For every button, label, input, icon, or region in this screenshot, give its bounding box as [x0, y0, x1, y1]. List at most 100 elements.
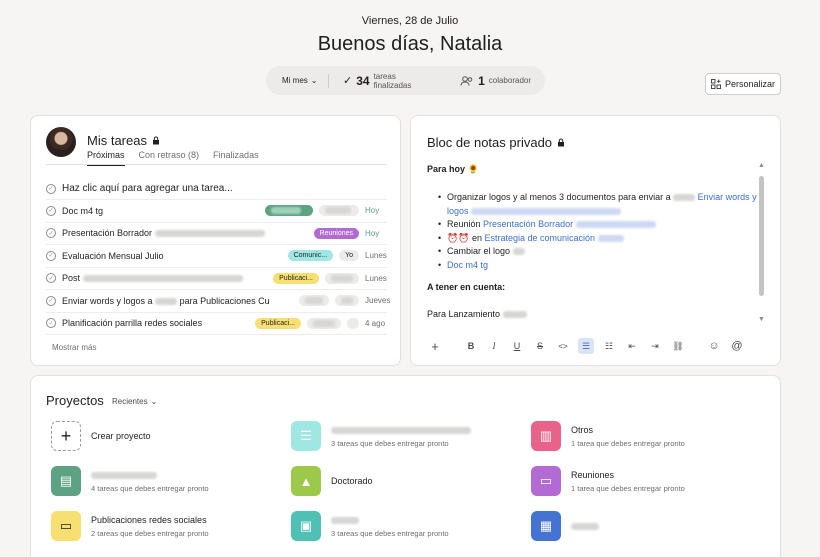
strikethrough-icon[interactable]: S: [532, 338, 548, 354]
note-link[interactable]: Enviar words y: [698, 192, 757, 202]
period-dropdown[interactable]: Mi mes ⌄: [266, 76, 328, 85]
add-task-row[interactable]: ✓ Haz clic aquí para agregar una tarea..…: [46, 178, 387, 200]
bullet-list-icon[interactable]: ☰: [578, 338, 594, 354]
project-tag[interactable]: [335, 295, 359, 307]
code-icon[interactable]: <>: [555, 338, 571, 354]
task-row[interactable]: ✓ Planificación parrilla redes sociales …: [46, 313, 387, 335]
tasks-title: Mis tareas: [87, 133, 160, 148]
note-link[interactable]: Presentación Borrador: [483, 219, 573, 229]
projects-filter-label: Recientes: [112, 397, 148, 406]
notes-editor[interactable]: Para hoy 🌻 Organizar logos y al menos 3 …: [427, 164, 757, 319]
check-circle-icon[interactable]: ✓: [46, 228, 56, 239]
project-item[interactable]: ▲ Doctorado: [291, 466, 373, 496]
my-tasks-widget: Mis tareas Próximas Con retraso (8) Fina…: [30, 115, 401, 366]
scroll-up-icon[interactable]: ▲: [758, 162, 765, 169]
italic-icon[interactable]: I: [486, 338, 502, 354]
note-text: Para Lanzamiento: [427, 309, 501, 319]
project-item[interactable]: ▤ 4 tareas que debes entregar pronto: [51, 466, 209, 496]
note-text: Cambiar el logo: [447, 246, 511, 256]
task-row[interactable]: ✓ Evaluación Mensual Julio Comunic... Yo…: [46, 245, 387, 268]
project-tag[interactable]: [307, 317, 341, 329]
project-due-summary: 1 tarea que debes entregar pronto: [571, 438, 685, 448]
task-name[interactable]: Planificación parrilla redes sociales: [62, 318, 249, 328]
emoji-icon[interactable]: ☺: [706, 338, 722, 354]
task-row[interactable]: ✓ Post Publicaci... Lunes: [46, 268, 387, 290]
avatar[interactable]: [46, 127, 76, 157]
browser-icon: ▣: [291, 511, 321, 541]
list-item: Reunión Presentación Borrador: [438, 218, 757, 232]
check-circle-icon[interactable]: ✓: [46, 273, 56, 284]
notes-toolbar: + B I U S <> ☰ ☷ ⇤ ⇥ ⛓ ☺ @: [427, 338, 745, 354]
project-tag[interactable]: [299, 295, 329, 307]
assignee-tag[interactable]: Yo: [339, 250, 359, 262]
due-date: Hoy: [365, 228, 380, 238]
link-icon[interactable]: ⛓: [670, 338, 686, 354]
projects-filter-dropdown[interactable]: Recientes ⌄: [112, 397, 157, 406]
check-circle-icon[interactable]: ✓: [46, 250, 56, 261]
project-item[interactable]: ▥ Otros 1 tarea que debes entregar pronto: [531, 421, 685, 451]
scrollbar-thumb[interactable]: [759, 176, 764, 296]
task-name[interactable]: Doc m4 tg: [62, 206, 259, 216]
note-link[interactable]: Estrategia de comunicación: [484, 233, 595, 243]
project-due-summary: 4 tareas que debes entregar pronto: [91, 483, 209, 493]
add-task-label: Haz clic aquí para agregar una tarea...: [62, 183, 233, 194]
task-row[interactable]: ✓ Doc m4 tg Hoy: [46, 200, 387, 223]
check-circle-icon[interactable]: ✓: [46, 318, 56, 329]
note-link[interactable]: logos: [447, 206, 469, 216]
note-link[interactable]: Doc m4 tg: [447, 260, 488, 270]
show-more-link[interactable]: Mostrar más: [52, 343, 96, 352]
scroll-down-icon[interactable]: ▼: [758, 316, 765, 323]
project-tag[interactable]: Comunic...: [287, 250, 334, 262]
numbered-list-icon[interactable]: ☷: [601, 338, 617, 354]
outdent-icon[interactable]: ⇤: [624, 338, 640, 354]
plus-icon: +: [51, 421, 81, 451]
task-name[interactable]: Enviar words y logos a para Publicacione…: [62, 296, 293, 306]
task-row[interactable]: ✓ Presentación Borrador Reuniones Hoy: [46, 223, 387, 245]
project-item[interactable]: ☰ 3 tareas que debes entregar pronto: [291, 421, 471, 451]
project-item[interactable]: ▦: [531, 511, 599, 541]
tasks-done-label: tareas finalizadas: [373, 71, 412, 90]
create-project-button[interactable]: + Crear proyecto: [51, 421, 151, 451]
notes-heading-today: Para hoy 🌻: [427, 164, 479, 174]
project-tag[interactable]: Reuniones: [313, 227, 359, 239]
greeting-title: Buenos días, Natalia: [317, 33, 503, 55]
project-name: [331, 515, 449, 525]
project-tag[interactable]: Publicaci...: [273, 272, 319, 284]
notes-list: Organizar logos y al menos 3 documentos …: [427, 191, 757, 272]
task-name[interactable]: Presentación Borrador: [62, 228, 308, 238]
task-name-text: Post: [62, 273, 81, 284]
underline-icon[interactable]: U: [509, 338, 525, 354]
project-tag[interactable]: [265, 205, 313, 217]
customize-button[interactable]: Personalizar: [705, 73, 781, 95]
due-date: 4 ago: [365, 318, 386, 328]
project-tag[interactable]: [325, 272, 359, 284]
project-due-summary: 1 tarea que debes entregar pronto: [571, 483, 685, 493]
kanban-icon: ▦: [531, 511, 561, 541]
notes-scrollbar[interactable]: ▲ ▼: [758, 162, 765, 323]
list-item: Doc m4 tg: [438, 259, 757, 273]
project-name: Publicaciones redes sociales: [91, 514, 207, 525]
project-item[interactable]: ▣ 3 tareas que debes entregar pronto: [291, 511, 449, 541]
mountain-icon: ▲: [291, 466, 321, 496]
check-circle-icon: ✓: [46, 183, 56, 194]
project-item[interactable]: ▭ Reuniones 1 tarea que debes entregar pr…: [531, 466, 685, 496]
add-icon[interactable]: +: [427, 338, 443, 354]
project-tag[interactable]: [347, 317, 359, 329]
check-circle-icon[interactable]: ✓: [46, 205, 56, 216]
chevron-down-icon: ⌄: [310, 76, 318, 85]
bold-icon[interactable]: B: [463, 338, 479, 354]
mention-icon[interactable]: @: [729, 338, 745, 354]
check-circle-icon[interactable]: ✓: [46, 295, 56, 306]
project-tag[interactable]: Publicaci...: [255, 317, 301, 329]
project-name: Otros: [571, 424, 594, 435]
period-label: Mi mes: [282, 76, 308, 85]
task-row[interactable]: ✓ Enviar words y logos a para Publicacio…: [46, 290, 390, 313]
alarm-emoji: ⏰⏰: [447, 232, 470, 243]
people-icon: [460, 75, 473, 86]
task-name[interactable]: Evaluación Mensual Julio: [62, 251, 282, 261]
project-item[interactable]: ▭ Publicaciones redes sociales 2 tareas q…: [51, 511, 209, 541]
task-name[interactable]: Post: [62, 273, 267, 283]
project-tag[interactable]: [319, 205, 359, 217]
collaborators-label: colaborador: [488, 76, 531, 85]
indent-icon[interactable]: ⇥: [647, 338, 663, 354]
